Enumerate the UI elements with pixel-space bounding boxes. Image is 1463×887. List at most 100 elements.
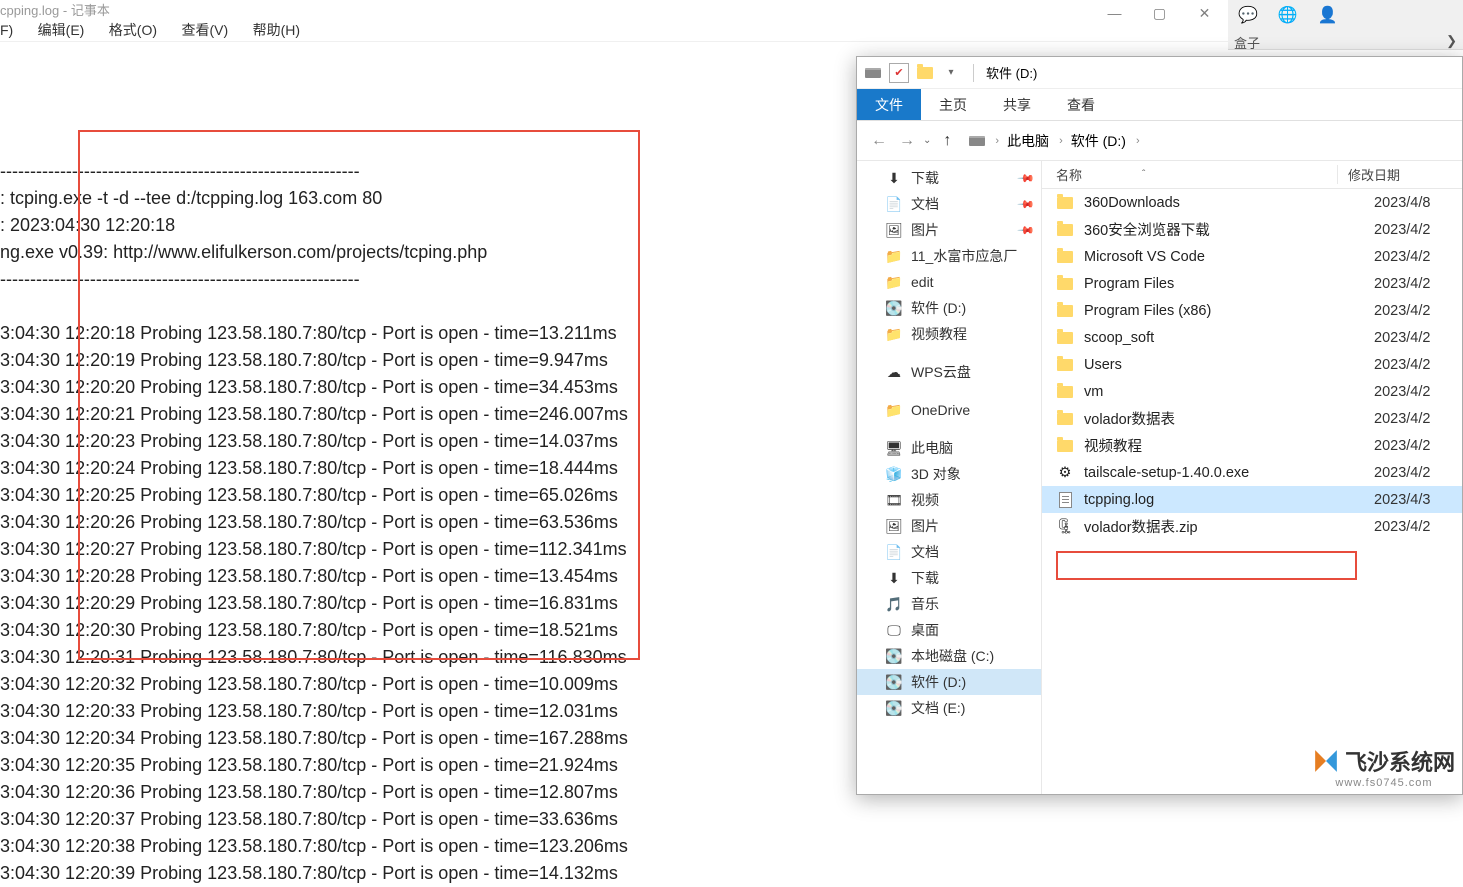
edge-icon[interactable]: 🌐 [1278, 5, 1298, 25]
check-icon[interactable]: ✔ [889, 63, 909, 83]
log-line: 3:04:30 12:20:37 Probing 123.58.180.7:80… [0, 806, 1237, 833]
sidebar-item[interactable]: ⬇下载 [857, 565, 1041, 591]
nav-history-dropdown[interactable]: ⌄ [923, 135, 931, 146]
file-item[interactable]: 视频教程2023/4/2 [1042, 432, 1462, 459]
browser-chevron-icon[interactable]: ❯ [1446, 33, 1457, 52]
file-name: Users [1084, 357, 1364, 373]
watermark: 飞沙系统网 www.fs0745.com [1313, 745, 1455, 789]
notepad-menu: F) 编辑(E) 格式(O) 查看(V) 帮助(H) [0, 16, 1237, 42]
3d-icon: 🧊 [885, 465, 903, 483]
explorer-file-list: 名称 ˆ 修改日期 360Downloads2023/4/8360安全浏览器下载… [1042, 161, 1462, 794]
file-date: 2023/4/2 [1364, 276, 1430, 292]
file-item[interactable]: Users2023/4/2 [1042, 351, 1462, 378]
breadcrumb-this-pc[interactable]: 此电脑 [1007, 131, 1049, 151]
doc-icon: 📄 [885, 543, 903, 561]
separator [973, 64, 974, 82]
file-item[interactable]: Microsoft VS Code2023/4/2 [1042, 243, 1462, 270]
menu-view[interactable]: 查看(V) [181, 16, 236, 44]
sidebar-item[interactable]: ☁WPS云盘 [857, 359, 1041, 385]
browser-tab-label[interactable]: 盒子 [1234, 33, 1260, 52]
file-name: 360安全浏览器下载 [1084, 219, 1364, 240]
breadcrumb-drive[interactable]: 软件 (D:) [1071, 131, 1126, 151]
file-date: 2023/4/2 [1364, 330, 1430, 346]
file-item[interactable]: Program Files (x86)2023/4/2 [1042, 297, 1462, 324]
sidebar-item-label: 文档 [911, 194, 939, 214]
user-icon[interactable]: 👤 [1318, 5, 1338, 25]
file-item[interactable]: Program Files2023/4/2 [1042, 270, 1462, 297]
sidebar-item-label: OneDrive [911, 402, 970, 418]
sidebar-item[interactable]: 🖼图片 [857, 513, 1041, 539]
file-item[interactable]: 360安全浏览器下载2023/4/2 [1042, 216, 1462, 243]
nav-forward-button[interactable]: → [893, 127, 921, 155]
explorer-window: ✔ ▾ 软件 (D:) 文件 主页 共享 查看 ← → ⌄ ↑ › 此电脑 › … [856, 56, 1463, 795]
music-icon: 🎵 [885, 595, 903, 613]
ribbon-tab-share[interactable]: 共享 [985, 89, 1049, 120]
column-date[interactable]: 修改日期 [1337, 165, 1462, 184]
folder-icon: 📁 [885, 247, 903, 265]
sort-indicator-icon: ˆ [1142, 169, 1145, 180]
menu-file[interactable]: F) [0, 18, 21, 42]
nav-up-button[interactable]: ↑ [933, 127, 961, 155]
ribbon-tab-file[interactable]: 文件 [857, 89, 921, 120]
pin-icon: 📌 [1017, 195, 1036, 214]
sidebar-item[interactable]: 📄文档 [857, 539, 1041, 565]
ribbon-tab-home[interactable]: 主页 [921, 89, 985, 120]
explorer-body: ⬇下载📌📄文档📌🖼图片📌📁11_水富市应急厂📁edit💽软件 (D:)📁视频教程… [857, 161, 1462, 794]
sidebar-item[interactable]: 🧊3D 对象 [857, 461, 1041, 487]
ribbon-tab-view[interactable]: 查看 [1049, 89, 1113, 120]
sidebar-item-label: 本地磁盘 (C:) [911, 646, 994, 666]
file-list-header[interactable]: 名称 ˆ 修改日期 [1042, 161, 1462, 189]
sidebar-item[interactable]: 📁OneDrive [857, 397, 1041, 423]
menu-help[interactable]: 帮助(H) [253, 16, 308, 44]
menu-format[interactable]: 格式(O) [109, 16, 165, 44]
file-date: 2023/4/2 [1364, 465, 1430, 481]
sidebar-item[interactable]: 📁edit [857, 269, 1041, 295]
sidebar-item[interactable]: 💽软件 (D:) [857, 669, 1041, 695]
file-item[interactable]: volador数据表2023/4/2 [1042, 405, 1462, 432]
folder-icon [1056, 275, 1074, 293]
file-date: 2023/4/2 [1364, 249, 1430, 265]
sidebar-item[interactable]: 🖥此电脑 [857, 435, 1041, 461]
nav-back-button[interactable]: ← [865, 127, 893, 155]
zip-icon: 🗜 [1056, 518, 1074, 536]
sidebar-item[interactable]: 📁视频教程 [857, 321, 1041, 347]
sidebar-item[interactable]: 💽 本地磁盘 (C:) [857, 643, 1041, 669]
download-icon: ⬇ [885, 169, 903, 187]
sidebar-item[interactable]: ⬇下载📌 [857, 165, 1041, 191]
breadcrumb-sep: › [1059, 135, 1063, 147]
sidebar-item[interactable]: 💽文档 (E:) [857, 695, 1041, 721]
chat-icon[interactable]: 💬 [1238, 5, 1258, 25]
sidebar-item[interactable]: 🖵桌面 [857, 617, 1041, 643]
sidebar-item[interactable]: 📁11_水富市应急厂 [857, 243, 1041, 269]
maximize-button[interactable]: ▢ [1137, 0, 1182, 26]
file-item[interactable]: 360Downloads2023/4/8 [1042, 189, 1462, 216]
menu-edit[interactable]: 编辑(E) [38, 16, 93, 44]
explorer-titlebar[interactable]: ✔ ▾ 软件 (D:) [857, 57, 1462, 89]
file-item[interactable]: scoop_soft2023/4/2 [1042, 324, 1462, 351]
breadcrumb[interactable]: › 此电脑 › 软件 (D:) › [969, 131, 1147, 151]
sidebar-item[interactable]: 🖼图片📌 [857, 217, 1041, 243]
file-name: Program Files (x86) [1084, 303, 1364, 319]
chevron-down-icon[interactable]: ▾ [941, 63, 961, 83]
minimize-button[interactable]: — [1092, 0, 1137, 26]
drive-icon: 💽 [885, 699, 903, 717]
file-item[interactable]: ⚙tailscale-setup-1.40.0.exe2023/4/2 [1042, 459, 1462, 486]
file-item[interactable]: 🗜volador数据表.zip2023/4/2 [1042, 513, 1462, 540]
sidebar-item[interactable]: 💽软件 (D:) [857, 295, 1041, 321]
file-name: volador数据表 [1084, 408, 1364, 429]
drive-icon: 💽 [885, 647, 903, 665]
sidebar-item[interactable]: 🎵音乐 [857, 591, 1041, 617]
file-item[interactable]: tcpping.log2023/4/3 [1042, 486, 1462, 513]
sidebar-item-label: 视频教程 [911, 324, 967, 344]
folder-icon [915, 63, 935, 83]
breadcrumb-sep: › [995, 135, 999, 147]
close-button[interactable]: ✕ [1182, 0, 1227, 26]
file-date: 2023/4/2 [1364, 357, 1430, 373]
pic-icon: 🖼 [885, 221, 903, 239]
sidebar-item[interactable]: 📄文档📌 [857, 191, 1041, 217]
sidebar-spacer [857, 385, 1041, 397]
sidebar-item[interactable]: 🎞视频 [857, 487, 1041, 513]
video-icon: 🎞 [885, 491, 903, 509]
file-date: 2023/4/2 [1364, 519, 1430, 535]
file-item[interactable]: vm2023/4/2 [1042, 378, 1462, 405]
